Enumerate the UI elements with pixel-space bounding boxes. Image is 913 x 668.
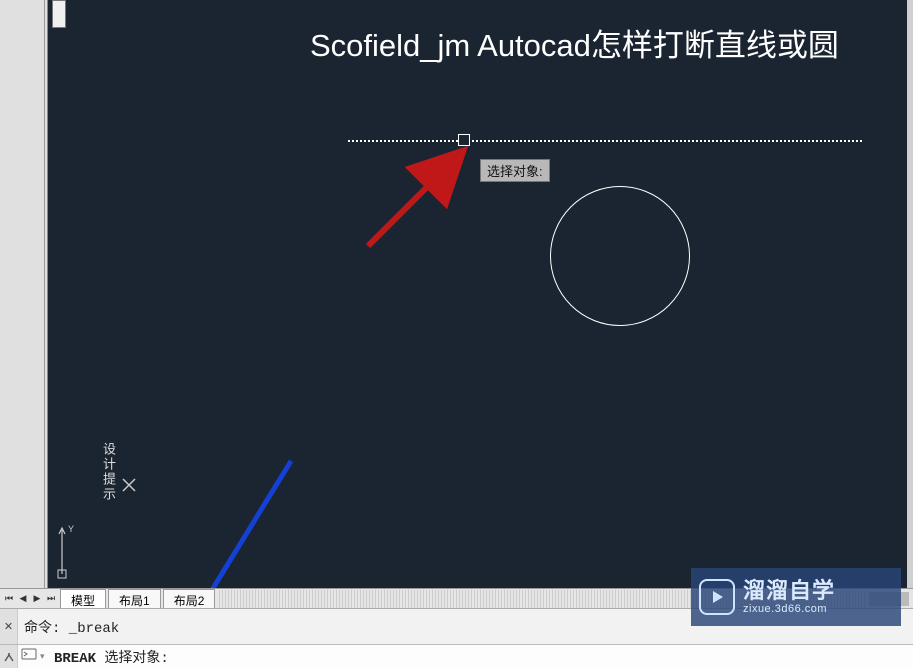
commandline-settings-icon[interactable] [0,645,18,668]
tab-nav-prev-icon[interactable]: ◀ [16,591,30,607]
canvas-right-scroll [907,0,913,588]
overlay-title: Scofield_jm Autocad怎样打断直线或圆 [310,20,913,65]
annotation-arrow-red [360,144,480,254]
command-history-text: 命令: _break [18,617,119,637]
drawing-canvas[interactable]: Scofield_jm Autocad怎样打断直线或圆 选择对象: 设计提 [48,0,913,588]
tab-nav-next-icon[interactable]: ▶ [30,591,44,607]
cursor-tooltip: 选择对象: [480,159,550,182]
close-commandline-icon[interactable]: ✕ [0,609,18,645]
ucs-icon: Y [56,520,84,580]
play-icon [699,579,735,615]
tab-nav-first-icon[interactable]: ⏮ [2,591,16,607]
command-keyword: BREAK [54,651,96,667]
command-prompt-icon [18,647,40,666]
command-recent-icon[interactable]: ▾ [40,652,50,662]
watermark-brand: 溜溜自学 [743,579,835,603]
command-line[interactable]: ▾ BREAK 选择对象: [0,644,913,668]
tab-nav-last-icon[interactable]: ⏭ [44,591,58,607]
toolbar-handle-icon[interactable] [52,0,66,28]
left-toolbar [0,0,48,588]
side-panel-label: 设计提示 [102,442,118,502]
close-icon[interactable] [120,476,138,494]
command-prompt-text: BREAK 选择对象: [50,647,169,667]
drawing-circle[interactable] [550,186,690,326]
command-rest: 选择对象: [96,651,169,667]
drawing-line[interactable] [348,140,862,142]
app-root: Scofield_jm Autocad怎样打断直线或圆 选择对象: 设计提 [0,0,913,668]
watermark-url: zixue.3d66.com [743,603,835,615]
svg-text:Y: Y [68,524,74,534]
watermark-logo: 溜溜自学 zixue.3d66.com [691,568,901,626]
